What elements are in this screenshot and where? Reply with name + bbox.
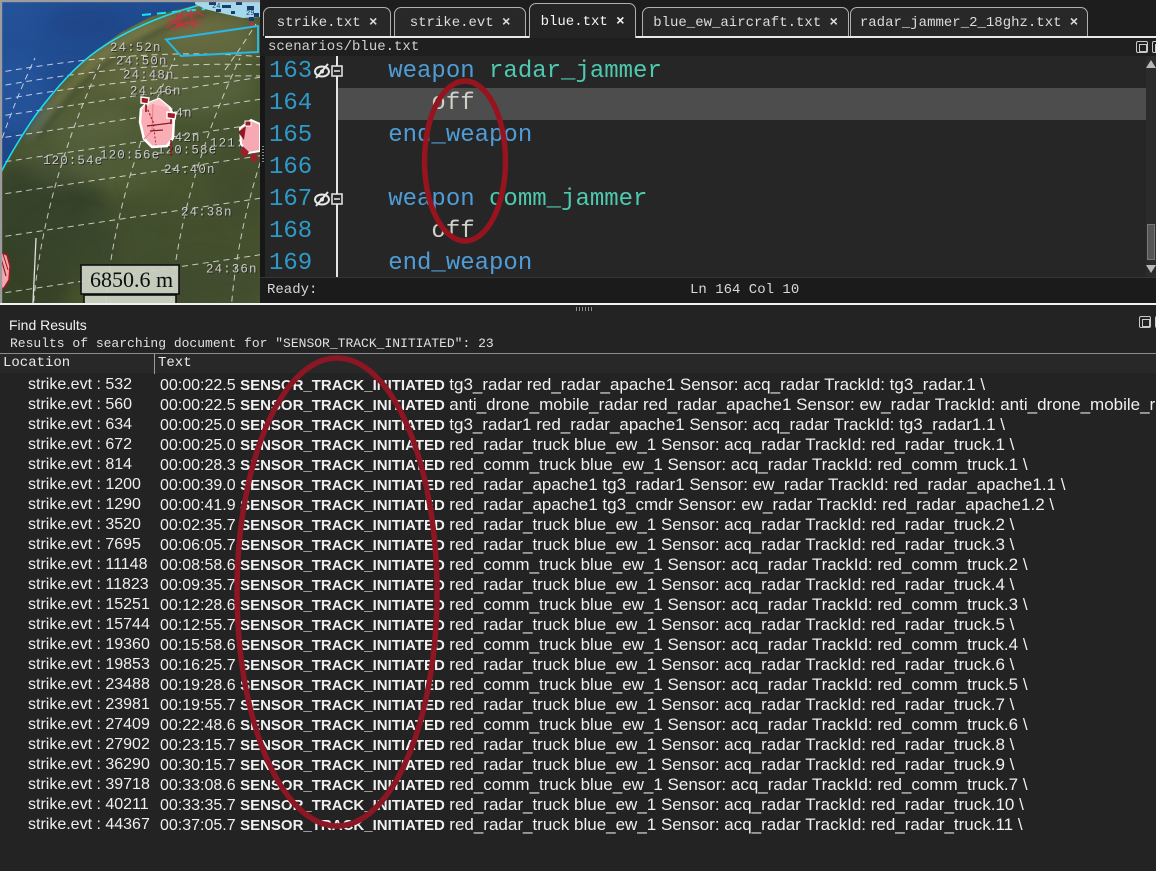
svg-text:29: 29 [246,10,254,18]
svg-text:24:36n: 24:36n [206,263,258,277]
svg-text:24:48n: 24:48n [123,69,175,83]
svg-text:6850.6 m: 6850.6 m [90,267,173,292]
svg-text:24:50n: 24:50n [116,55,168,69]
svg-text:24:40n: 24:40n [164,163,216,177]
svg-text:24:52n: 24:52n [110,41,162,55]
svg-text:120:56e: 120:56e [100,149,160,163]
svg-text:24:38n: 24:38n [181,206,233,220]
svg-text:120:54e: 120:54e [43,154,103,168]
svg-text:24: 24 [212,3,220,11]
svg-text:24:46n: 24:46n [130,85,182,99]
